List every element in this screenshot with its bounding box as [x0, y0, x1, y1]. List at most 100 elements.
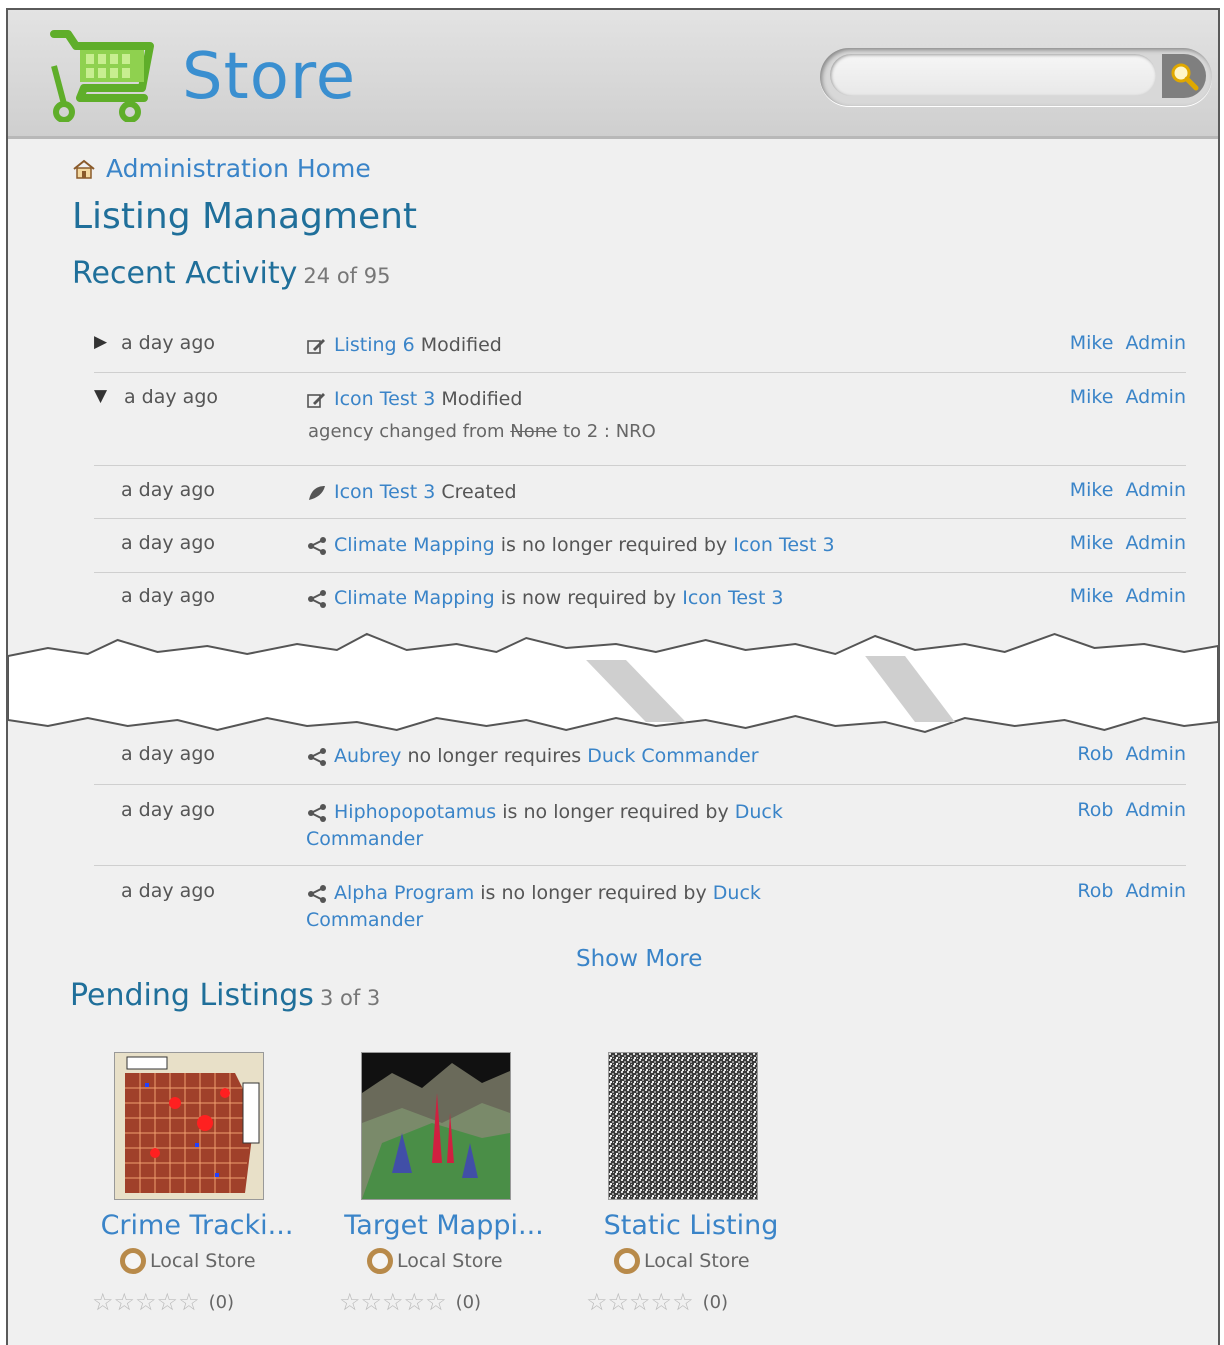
share-icon: [308, 536, 326, 555]
noise-thumbnail: [609, 1053, 757, 1199]
activity-user: Mike Admin: [1058, 532, 1186, 554]
activity-text: Modified: [420, 334, 502, 356]
divider: [94, 465, 1186, 466]
activity-text: Created: [441, 481, 517, 503]
store-ring-icon: [614, 1248, 640, 1274]
activity-time: a day ago: [121, 532, 215, 554]
activity-description: Listing 6 Modified: [306, 332, 826, 359]
activity-text: is no longer required by: [500, 534, 728, 556]
activity-link-2[interactable]: Icon Test 3: [733, 534, 834, 556]
role-link[interactable]: Admin: [1125, 799, 1186, 821]
listing-thumbnail[interactable]: [114, 1052, 264, 1200]
activity-link[interactable]: Aubrey: [334, 745, 401, 767]
activity-link[interactable]: Icon Test 3: [334, 481, 435, 503]
activity-row: a day ago Hiphopopotamus is no longer re…: [94, 799, 1186, 859]
activity-description: Alpha Program is no longer required by D…: [306, 880, 786, 934]
activity-row: a day ago Alpha Program is no longer req…: [94, 880, 1186, 940]
activity-user: Mike Admin: [1058, 386, 1186, 408]
activity-text: no longer requires: [407, 745, 582, 767]
listing-store: Local Store: [120, 1248, 256, 1274]
divider: [94, 372, 1186, 373]
star-icon[interactable]: ☆☆☆☆☆: [92, 1288, 200, 1316]
user-link[interactable]: Rob: [1077, 743, 1113, 765]
activity-link-2[interactable]: Icon Test 3: [682, 587, 783, 609]
user-link[interactable]: Mike: [1070, 332, 1114, 354]
listing-thumbnail[interactable]: [361, 1052, 511, 1200]
header: Store: [8, 10, 1218, 139]
activity-link[interactable]: Listing 6: [334, 334, 415, 356]
listing-thumbnail[interactable]: [608, 1052, 758, 1200]
user-link[interactable]: Mike: [1070, 386, 1114, 408]
role-link[interactable]: Admin: [1125, 386, 1186, 408]
rating-count: (0): [702, 1291, 729, 1313]
star-icon[interactable]: ☆☆☆☆☆: [586, 1288, 694, 1316]
torn-page-break: [8, 632, 1218, 734]
user-link[interactable]: Mike: [1070, 532, 1114, 554]
listing-store: Local Store: [614, 1248, 750, 1274]
listing-title[interactable]: Crime Tracki...: [92, 1210, 302, 1241]
divider: [94, 572, 1186, 573]
role-link[interactable]: Admin: [1125, 585, 1186, 607]
show-more-link[interactable]: Show More: [576, 946, 702, 972]
activity-time: a day ago: [121, 799, 215, 821]
activity-description: Aubrey no longer requires Duck Commander: [306, 743, 926, 770]
role-link[interactable]: Admin: [1125, 880, 1186, 902]
star-rating[interactable]: ☆☆☆☆☆ (0): [92, 1288, 234, 1316]
activity-link[interactable]: Climate Mapping: [334, 534, 495, 556]
page-title: Listing Managment: [72, 196, 418, 237]
cart-logo-icon[interactable]: [50, 26, 154, 122]
search-button[interactable]: [1162, 54, 1206, 98]
activity-text: Modified: [441, 388, 523, 410]
share-icon: [308, 803, 326, 822]
divider: [94, 784, 1186, 785]
activity-row: ▶ a day ago Listing 6 Modified Mike Admin: [94, 332, 1186, 372]
activity-description: Icon Test 3 Modified: [306, 386, 826, 413]
user-link[interactable]: Rob: [1077, 799, 1113, 821]
recent-activity-count: 24 of 95: [303, 264, 391, 288]
divider: [94, 865, 1186, 866]
breadcrumb[interactable]: Administration Home: [72, 154, 371, 183]
home-icon: [73, 159, 95, 179]
role-link[interactable]: Admin: [1125, 532, 1186, 554]
activity-link[interactable]: Hiphopopotamus: [334, 801, 496, 823]
user-link[interactable]: Rob: [1077, 880, 1113, 902]
share-icon: [308, 884, 326, 903]
user-link[interactable]: Mike: [1070, 585, 1114, 607]
collapse-caret-icon[interactable]: ▼: [94, 386, 107, 406]
pending-listings-heading: Pending Listings 3 of 3: [70, 978, 380, 1013]
store-title: Store: [182, 40, 357, 114]
divider: [94, 518, 1186, 519]
listing-title[interactable]: Target Mappi...: [339, 1210, 549, 1241]
search-input[interactable]: [830, 54, 1156, 96]
store-ring-icon: [367, 1248, 393, 1274]
role-link[interactable]: Admin: [1125, 332, 1186, 354]
activity-user: Mike Admin: [1058, 332, 1186, 354]
activity-time: a day ago: [121, 743, 215, 765]
expand-caret-icon[interactable]: ▶: [94, 332, 107, 352]
activity-text: is now required by: [500, 587, 677, 609]
store-name: Local Store: [397, 1250, 503, 1272]
star-icon[interactable]: ☆☆☆☆☆: [339, 1288, 447, 1316]
activity-user: Rob Admin: [1065, 799, 1186, 821]
role-link[interactable]: Admin: [1125, 479, 1186, 501]
activity-link[interactable]: Icon Test 3: [334, 388, 435, 410]
store-ring-icon: [120, 1248, 146, 1274]
role-link[interactable]: Admin: [1125, 743, 1186, 765]
activity-description: Hiphopopotamus is no longer required by …: [306, 799, 806, 853]
change-new-value: 2 : NRO: [586, 421, 656, 442]
activity-description: Climate Mapping is now required by Icon …: [306, 585, 926, 612]
activity-time: a day ago: [124, 386, 218, 408]
listing-title[interactable]: Static Listing: [586, 1210, 796, 1241]
activity-link[interactable]: Climate Mapping: [334, 587, 495, 609]
activity-time: a day ago: [121, 479, 215, 501]
star-rating[interactable]: ☆☆☆☆☆ (0): [339, 1288, 481, 1316]
breadcrumb-home-link[interactable]: Administration Home: [106, 154, 371, 183]
terrain-thumbnail: [362, 1053, 510, 1199]
activity-text: is no longer required by: [502, 801, 729, 823]
change-mid: to: [562, 421, 582, 442]
change-old-value: None: [510, 421, 558, 442]
star-rating[interactable]: ☆☆☆☆☆ (0): [586, 1288, 728, 1316]
user-link[interactable]: Mike: [1070, 479, 1114, 501]
activity-link[interactable]: Alpha Program: [334, 882, 474, 904]
activity-link-2[interactable]: Duck Commander: [587, 745, 758, 767]
